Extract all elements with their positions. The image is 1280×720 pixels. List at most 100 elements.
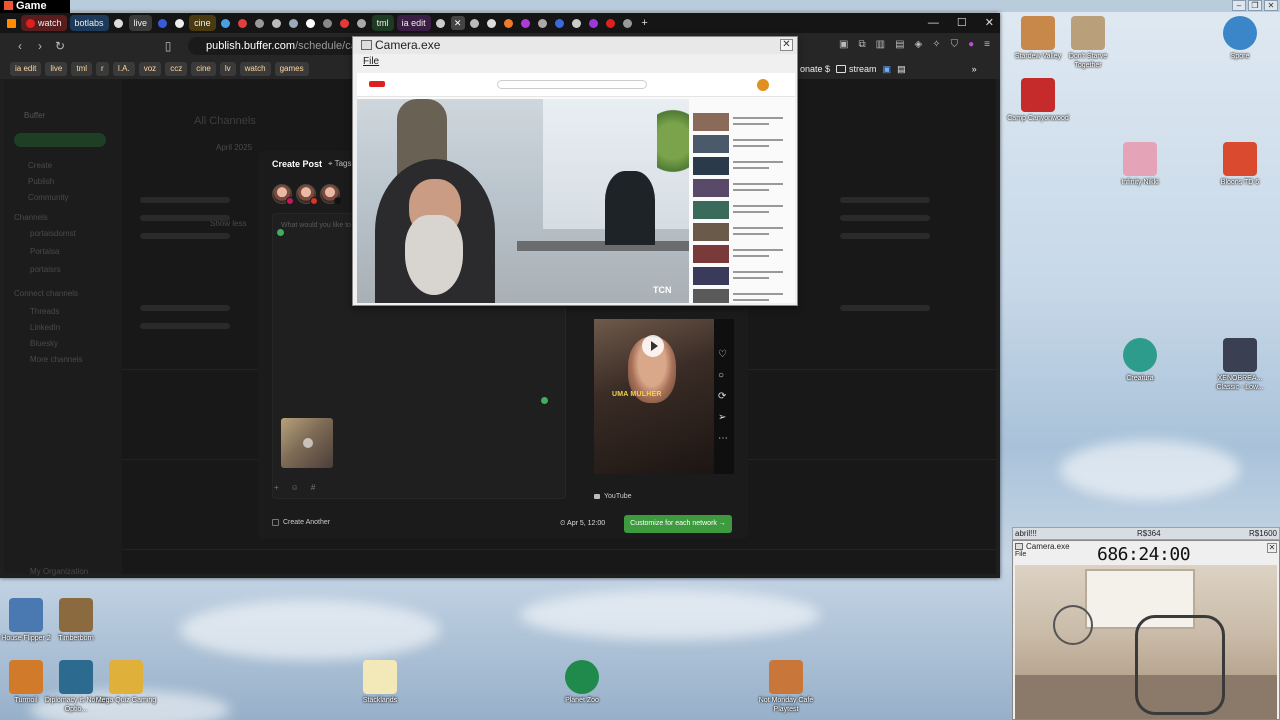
menu-file[interactable]: File <box>363 56 379 67</box>
bookmark-item[interactable]: r <box>96 62 109 76</box>
reload-icon[interactable]: ↻ <box>50 39 70 53</box>
desktop-icon-dont-starve[interactable]: Don't Starve Together <box>1056 16 1120 70</box>
bookmark-icon[interactable]: ▯ <box>158 39 178 53</box>
room-camera-menu-file[interactable]: File <box>1015 551 1070 558</box>
sidebar-item-community[interactable]: Community <box>28 193 68 202</box>
desktop-icon-timberborn[interactable]: Timberborn <box>44 598 108 643</box>
split-view-icon[interactable]: ▥ <box>876 39 885 50</box>
wallet-icon[interactable]: ◈ <box>915 39 923 50</box>
media-thumbnail[interactable] <box>281 418 333 468</box>
tab-botlabs[interactable]: botlabs <box>69 15 109 31</box>
channel-avatar[interactable] <box>296 184 318 205</box>
calendar-post[interactable] <box>840 233 930 239</box>
calendar-post[interactable] <box>840 215 930 221</box>
tab-icon[interactable] <box>621 16 635 30</box>
buffer-logo[interactable]: Buffer <box>24 111 45 120</box>
bookmark-icon[interactable]: ▣ <box>883 64 892 75</box>
close-icon[interactable]: ✕ <box>985 13 994 33</box>
tab-icon[interactable] <box>570 16 584 30</box>
bookmark-item[interactable]: voz <box>138 62 162 76</box>
sidebar-more-channels[interactable]: More channels <box>30 355 82 364</box>
sidebar-item-publish[interactable]: Publish <box>28 177 54 186</box>
bookmark-item[interactable]: ccz <box>165 62 188 76</box>
tab-icon[interactable] <box>219 16 233 30</box>
close-icon[interactable]: ✕ <box>1267 543 1277 553</box>
room-camera-titlebar[interactable]: Camera.exe File <box>1015 542 1070 558</box>
tab-tml[interactable]: tml <box>371 15 394 31</box>
desktop-icon-xenobreaker[interactable]: XENOBREA... Classic - Low... <box>1208 338 1272 392</box>
bookmark-folder[interactable]: stream <box>836 64 877 74</box>
calendar-post[interactable] <box>140 233 230 239</box>
desktop-icon-mega-quiz[interactable]: Mega Quiz Gaming <box>94 660 158 705</box>
play-icon[interactable] <box>642 335 664 357</box>
bookmark-item[interactable]: live <box>45 62 68 76</box>
bookmark-item[interactable]: I.A. <box>112 62 135 76</box>
calendar-post[interactable] <box>840 305 930 311</box>
sidebar-channel[interactable]: Portaisa <box>30 247 59 256</box>
add-icon[interactable]: + <box>274 483 279 492</box>
shield-icon[interactable]: ⛉ <box>951 39 959 50</box>
extensions-icon[interactable]: ⧉ <box>858 39 865 50</box>
tab-icon[interactable] <box>536 16 550 30</box>
bookmark-item[interactable]: games <box>274 62 309 76</box>
sidebar-icon[interactable]: ▤ <box>895 39 904 50</box>
github-tab-icon[interactable] <box>112 16 126 30</box>
customize-button[interactable]: Customize for each network → <box>624 515 732 533</box>
channel-avatar[interactable] <box>320 184 342 205</box>
preview-video[interactable]: UMA MULHER <box>594 319 714 474</box>
organization-switcher[interactable]: My Organization <box>30 567 88 576</box>
sidebar-connect-item[interactable]: LinkedIn <box>30 323 60 332</box>
tab-icon[interactable] <box>236 16 250 30</box>
active-tab-close-icon[interactable]: ✕ <box>450 16 465 30</box>
tags-button[interactable]: ⌖ Tags <box>328 159 352 169</box>
sidebar-item-create[interactable]: Create <box>28 161 52 170</box>
close-icon[interactable]: ✕ <box>1264 0 1278 11</box>
desktop-icon-planet-zoo[interactable]: Planet Zoo <box>550 660 614 705</box>
more-bookmarks-icon[interactable]: » <box>972 64 977 74</box>
maximize-icon[interactable]: ☐ <box>957 13 967 33</box>
tab-cine[interactable]: cine <box>189 15 216 31</box>
channel-avatar[interactable] <box>272 184 294 205</box>
calendar-post[interactable] <box>140 323 230 329</box>
desktop-icon-camp-canyonwood[interactable]: Camp Canyonwood <box>1006 78 1070 123</box>
schedule-time[interactable]: ⏲ Apr 5, 12:00 <box>560 515 605 533</box>
tab-icon[interactable] <box>485 16 499 30</box>
camera-window-titlebar[interactable]: Camera.exe <box>353 37 797 54</box>
tab-icon[interactable] <box>355 16 369 30</box>
screenshot-icon[interactable]: ▣ <box>839 39 848 50</box>
sidebar-connect-item[interactable]: Bluesky <box>30 339 58 348</box>
tab-icon[interactable] <box>270 16 284 30</box>
tab-icon[interactable] <box>604 16 618 30</box>
windows-tab-icon[interactable] <box>4 16 18 30</box>
tab-icon[interactable] <box>338 16 352 30</box>
tab-live[interactable]: live <box>128 15 153 31</box>
tab-icon[interactable] <box>304 16 318 30</box>
calendar-post[interactable] <box>140 197 230 203</box>
bookmark-item[interactable]: ia edit <box>10 62 42 76</box>
tab-icon[interactable] <box>253 16 267 30</box>
desktop-icon-infinity-nikki[interactable]: Infinity Nikki <box>1108 142 1172 187</box>
calendar-month[interactable]: April 2025 <box>216 143 252 152</box>
bookmark-item[interactable]: tml <box>71 62 93 76</box>
bookmark-icon[interactable]: ▤ <box>897 64 906 75</box>
restore-icon[interactable]: ❐ <box>1248 0 1262 11</box>
create-another-toggle[interactable]: Create Another <box>272 519 330 526</box>
calendar-post[interactable] <box>140 305 230 311</box>
bookmark-item[interactable]: cine <box>191 62 216 76</box>
tiktok-tab-icon[interactable] <box>172 16 186 30</box>
tab-icon[interactable] <box>553 16 567 30</box>
tab-watch[interactable]: watch <box>21 15 67 31</box>
sidebar-channel[interactable]: portaisdomst <box>30 229 76 238</box>
close-icon[interactable]: ✕ <box>780 39 793 51</box>
minimize-icon[interactable]: — <box>928 13 939 33</box>
tab-icon[interactable] <box>519 16 533 30</box>
desktop-icon-creatura[interactable]: Creatura <box>1108 338 1172 383</box>
tab-icon[interactable] <box>502 16 516 30</box>
calendar-post[interactable] <box>140 215 230 221</box>
tab-icon[interactable] <box>434 16 448 30</box>
emoji-icon[interactable]: ☺ <box>291 483 299 492</box>
tab-icon[interactable] <box>587 16 601 30</box>
copilot-icon[interactable]: ✧ <box>932 39 940 50</box>
bookmark-item[interactable]: lv <box>219 62 236 76</box>
tab-ia-edit[interactable]: ia edit <box>396 15 431 31</box>
